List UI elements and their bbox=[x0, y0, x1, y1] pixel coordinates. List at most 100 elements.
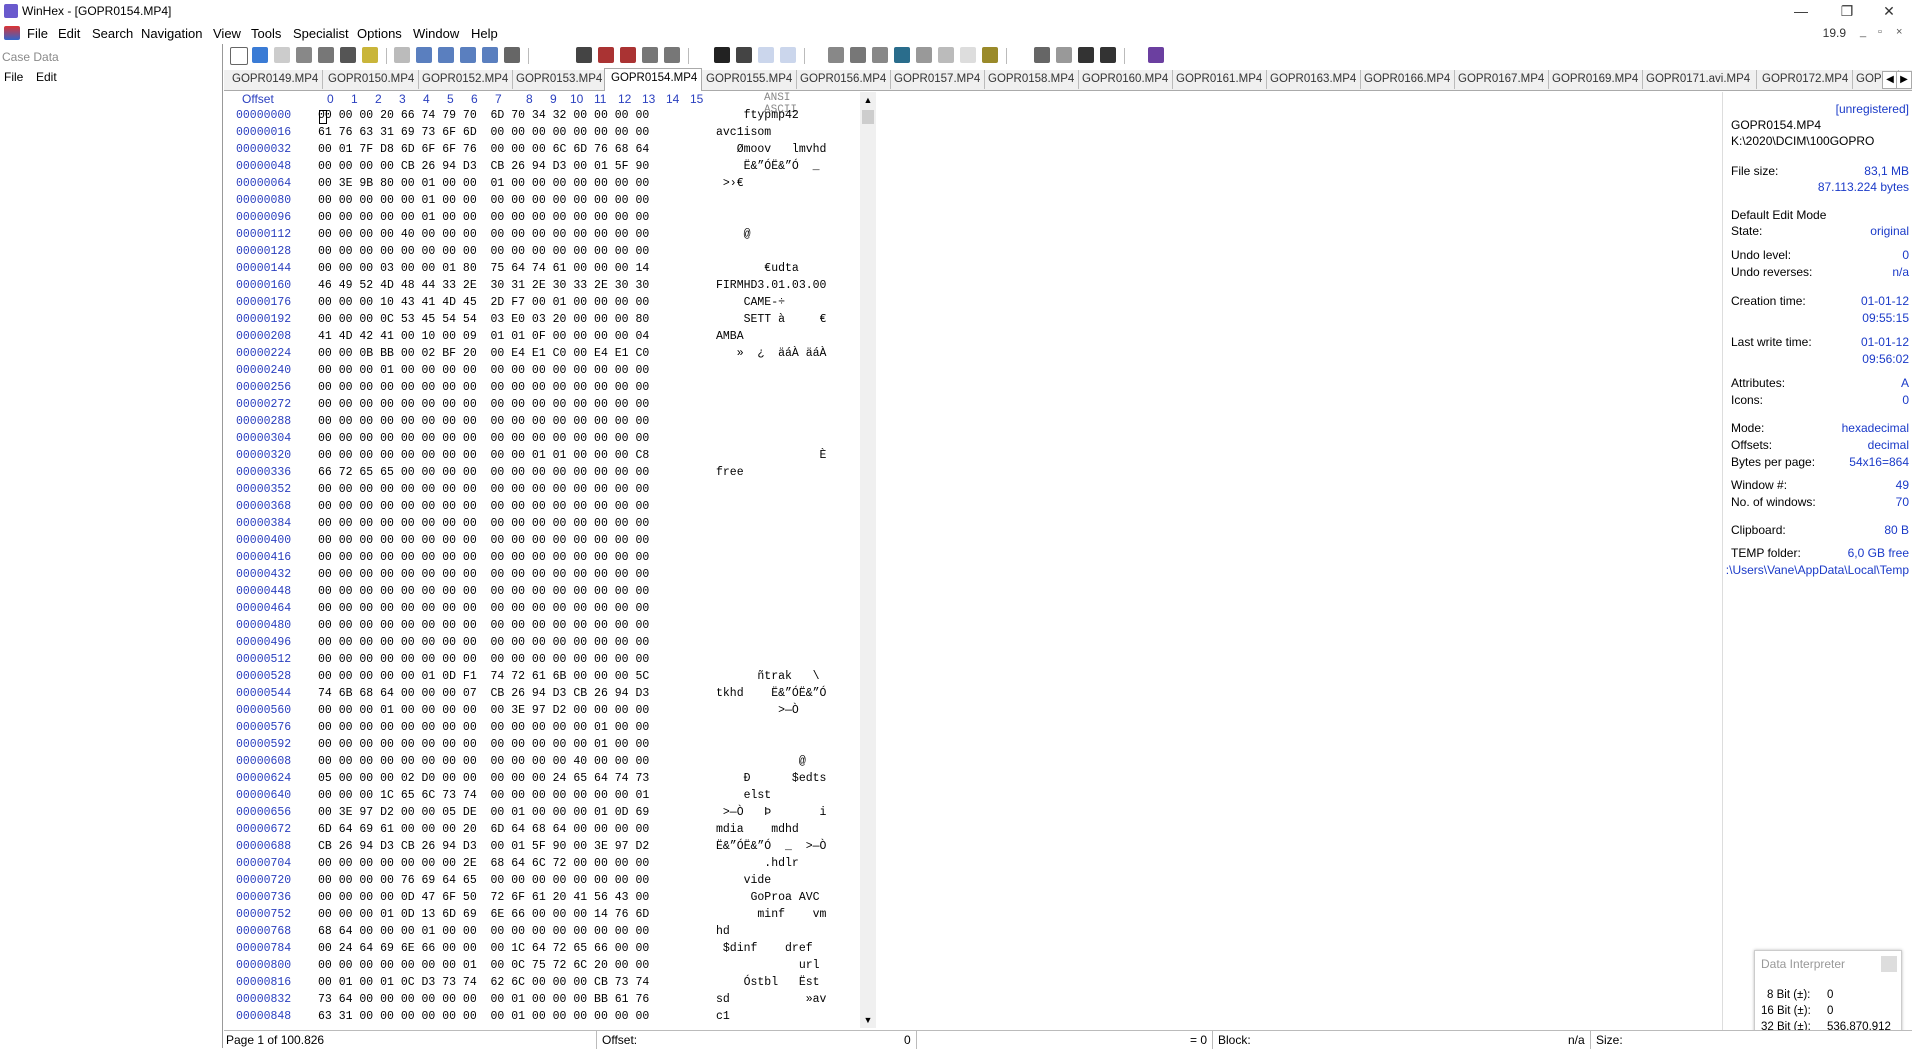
row-ascii[interactable]: >—Ò bbox=[716, 704, 799, 717]
hex-row[interactable]: 00000752 00 00 00 01 0D 13 6D 69 6E 66 00… bbox=[224, 908, 874, 925]
row-hex-bytes[interactable]: 00 00 00 00 40 00 00 00 00 00 00 00 00 0… bbox=[318, 228, 649, 241]
row-ascii[interactable]: free bbox=[716, 466, 744, 479]
row-hex-bytes[interactable]: 73 64 00 00 00 00 00 00 00 01 00 00 00 B… bbox=[318, 993, 649, 1006]
scroll-up-icon[interactable]: ▲ bbox=[860, 92, 876, 108]
row-hex-bytes[interactable]: 00 00 00 00 00 00 00 00 00 00 00 00 00 0… bbox=[318, 619, 649, 632]
row-ascii[interactable]: È bbox=[716, 449, 827, 462]
clipboard-icon[interactable] bbox=[340, 47, 356, 63]
row-offset[interactable]: 00000832 bbox=[236, 993, 291, 1006]
row-hex-bytes[interactable]: 00 00 00 00 00 00 00 00 00 00 00 00 00 0… bbox=[318, 568, 649, 581]
hex-row[interactable]: 00000288 00 00 00 00 00 00 00 00 00 00 00… bbox=[224, 415, 874, 432]
row-hex-bytes[interactable]: 00 3E 97 D2 00 00 05 DE 00 01 00 00 00 0… bbox=[318, 806, 649, 819]
row-hex-bytes[interactable]: 00 00 00 00 00 00 00 01 00 0C 75 72 6C 2… bbox=[318, 959, 649, 972]
hex-row[interactable]: 00000704 00 00 00 00 00 00 00 2E 68 64 6C… bbox=[224, 857, 874, 874]
row-ascii[interactable]: FIRMHD3.01.03.00 bbox=[716, 279, 826, 292]
row-offset[interactable]: 00000400 bbox=[236, 534, 291, 547]
menu-tools[interactable]: Tools bbox=[248, 25, 284, 42]
row-ascii[interactable]: Óstbl Ëst bbox=[716, 976, 820, 989]
menu-navigation[interactable]: Navigation bbox=[138, 25, 205, 42]
row-hex-bytes[interactable]: 00 00 00 00 00 00 00 00 00 00 00 00 40 0… bbox=[318, 755, 649, 768]
options-icon[interactable] bbox=[982, 47, 998, 63]
row-hex-bytes[interactable]: 00 24 64 69 6E 66 00 00 00 1C 64 72 65 6… bbox=[318, 942, 649, 955]
replace-hex-icon[interactable] bbox=[642, 47, 658, 63]
tab-gopr0150[interactable]: GOPR0150.MP4 bbox=[322, 70, 419, 89]
tab-gopr0163[interactable]: GOPR0163.MP4 bbox=[1264, 70, 1361, 89]
row-hex-bytes[interactable]: 00 00 00 00 00 00 00 2E 68 64 6C 72 00 0… bbox=[318, 857, 649, 870]
row-hex-bytes[interactable]: 63 31 00 00 00 00 00 00 00 01 00 00 00 0… bbox=[318, 1010, 649, 1023]
hex-row[interactable]: 00000432 00 00 00 00 00 00 00 00 00 00 00… bbox=[224, 568, 874, 585]
tab-gopr0167[interactable]: GOPR0167.MP4 bbox=[1452, 70, 1549, 89]
row-hex-bytes[interactable]: 61 76 63 31 69 73 6F 6D 00 00 00 00 00 0… bbox=[318, 126, 649, 139]
menu-view[interactable]: View bbox=[210, 25, 244, 42]
row-hex-bytes[interactable]: 00 00 00 20 66 74 79 70 6D 70 34 32 00 0… bbox=[318, 109, 649, 122]
hex-row[interactable]: 00000144 00 00 00 03 00 00 01 80 75 64 74… bbox=[224, 262, 874, 279]
row-hex-bytes[interactable]: 68 64 00 00 00 01 00 00 00 00 00 00 00 0… bbox=[318, 925, 649, 938]
row-offset[interactable]: 00000256 bbox=[236, 381, 291, 394]
hex-row[interactable]: 00000064 00 3E 9B 80 00 01 00 00 01 00 00… bbox=[224, 177, 874, 194]
row-offset[interactable]: 00000096 bbox=[236, 211, 291, 224]
row-ascii[interactable]: @ bbox=[716, 755, 806, 768]
hex-row[interactable]: 00000336 66 72 65 65 00 00 00 00 00 00 00… bbox=[224, 466, 874, 483]
row-offset[interactable]: 00000592 bbox=[236, 738, 291, 751]
row-ascii[interactable]: @ bbox=[716, 228, 751, 241]
tab-gopr0149[interactable]: GOPR0149.MP4 bbox=[226, 70, 323, 89]
case-menu-edit[interactable]: Edit bbox=[36, 70, 57, 84]
row-offset[interactable]: 00000192 bbox=[236, 313, 291, 326]
row-offset[interactable]: 00000432 bbox=[236, 568, 291, 581]
hex-row[interactable]: 00000560 00 00 00 01 00 00 00 00 00 3E 97… bbox=[224, 704, 874, 721]
hex-row[interactable]: 00000624 05 00 00 00 02 D0 00 00 00 00 00… bbox=[224, 772, 874, 789]
row-hex-bytes[interactable]: CB 26 94 D3 CB 26 94 D3 00 01 5F 90 00 3… bbox=[318, 840, 649, 853]
tab-gopr0161[interactable]: GOPR0161.MP4 bbox=[1170, 70, 1267, 89]
row-offset[interactable]: 00000480 bbox=[236, 619, 291, 632]
replace-text-icon[interactable] bbox=[620, 47, 636, 63]
hex-row[interactable]: 00000656 00 3E 97 D2 00 00 05 DE 00 01 00… bbox=[224, 806, 874, 823]
hex-row[interactable]: 00000256 00 00 00 00 00 00 00 00 00 00 00… bbox=[224, 381, 874, 398]
row-ascii[interactable]: sd »av bbox=[716, 993, 826, 1006]
hex-row[interactable]: 00000480 00 00 00 00 00 00 00 00 00 00 00… bbox=[224, 619, 874, 636]
hex-row[interactable]: 00000224 00 00 0B BB 00 02 BF 20 00 E4 E1… bbox=[224, 347, 874, 364]
hex-row[interactable]: 00000000 00 00 00 20 66 74 79 70 6D 70 34… bbox=[224, 109, 874, 126]
row-ascii[interactable]: $dinf dref bbox=[716, 942, 813, 955]
hex-row[interactable]: 00000832 73 64 00 00 00 00 00 00 00 01 00… bbox=[224, 993, 874, 1010]
row-offset[interactable]: 00000672 bbox=[236, 823, 291, 836]
help-book-icon[interactable] bbox=[1148, 47, 1164, 63]
tab-gopr0155[interactable]: GOPR0155.MP4 bbox=[700, 70, 797, 89]
hex-row[interactable]: 00000176 00 00 00 10 43 41 4D 45 2D F7 00… bbox=[224, 296, 874, 313]
next-window-icon[interactable] bbox=[1100, 47, 1116, 63]
goto-offset-icon[interactable] bbox=[714, 47, 730, 63]
find-hex-icon[interactable] bbox=[598, 47, 614, 63]
row-offset[interactable]: 00000784 bbox=[236, 942, 291, 955]
hex-row[interactable]: 00000736 00 00 00 00 0D 47 6F 50 72 6F 61… bbox=[224, 891, 874, 908]
menu-options[interactable]: Options bbox=[354, 25, 405, 42]
scroll-thumb[interactable] bbox=[862, 110, 874, 124]
row-hex-bytes[interactable]: 00 00 00 00 00 00 00 00 00 00 00 00 00 0… bbox=[318, 585, 649, 598]
ram-editor-icon[interactable] bbox=[850, 47, 866, 63]
row-hex-bytes[interactable]: 74 6B 68 64 00 00 00 07 CB 26 94 D3 CB 2… bbox=[318, 687, 649, 700]
hex-row[interactable]: 00000528 00 00 00 00 00 01 0D F1 74 72 61… bbox=[224, 670, 874, 687]
row-ascii[interactable]: hd bbox=[716, 925, 730, 938]
hex-row[interactable]: 00000192 00 00 00 0C 53 45 54 54 03 E0 03… bbox=[224, 313, 874, 330]
row-hex-bytes[interactable]: 00 00 00 10 43 41 4D 45 2D F7 00 01 00 0… bbox=[318, 296, 649, 309]
row-offset[interactable]: 00000080 bbox=[236, 194, 291, 207]
row-offset[interactable]: 00000000 bbox=[236, 109, 291, 122]
row-hex-bytes[interactable]: 00 00 00 00 00 00 00 00 00 00 00 00 00 0… bbox=[318, 636, 649, 649]
row-hex-bytes[interactable]: 00 00 00 00 00 01 00 00 00 00 00 00 00 0… bbox=[318, 211, 649, 224]
row-ascii[interactable]: €udta bbox=[716, 262, 799, 275]
row-hex-bytes[interactable]: 00 00 00 00 00 00 00 00 00 00 00 00 00 0… bbox=[318, 602, 649, 615]
scroll-down-icon[interactable]: ▼ bbox=[860, 1012, 876, 1028]
menu-edit[interactable]: Edit bbox=[55, 25, 83, 42]
tab-gopr0172[interactable]: GOPR0172.MP4 bbox=[1756, 70, 1853, 89]
hex-row[interactable]: 00000784 00 24 64 69 6E 66 00 00 00 1C 64… bbox=[224, 942, 874, 959]
row-hex-bytes[interactable]: 00 00 00 00 00 00 00 00 00 00 00 00 00 0… bbox=[318, 534, 649, 547]
row-offset[interactable]: 00000176 bbox=[236, 296, 291, 309]
row-offset[interactable]: 00000160 bbox=[236, 279, 291, 292]
row-hex-bytes[interactable]: 46 49 52 4D 48 44 33 2E 30 31 2E 30 33 2… bbox=[318, 279, 649, 292]
row-offset[interactable]: 00000576 bbox=[236, 721, 291, 734]
hex-row[interactable]: 00000272 00 00 00 00 00 00 00 00 00 00 00… bbox=[224, 398, 874, 415]
hex-row[interactable]: 00000032 00 01 7F D8 6D 6F 6F 76 00 00 00… bbox=[224, 143, 874, 160]
hex-row[interactable]: 00000240 00 00 00 01 00 00 00 00 00 00 00… bbox=[224, 364, 874, 381]
hex-row[interactable]: 00000848 63 31 00 00 00 00 00 00 00 01 00… bbox=[224, 1010, 874, 1027]
print-icon[interactable] bbox=[296, 47, 312, 63]
hash-icon[interactable] bbox=[960, 47, 976, 63]
goto-sector-icon[interactable] bbox=[736, 47, 752, 63]
